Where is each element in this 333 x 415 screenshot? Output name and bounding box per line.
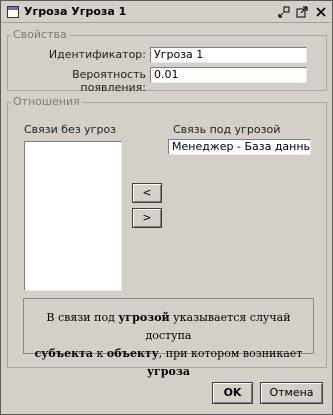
threatened-relation-field[interactable]: Менеджер - База данных	[168, 139, 311, 155]
move-left-button[interactable]: <	[132, 183, 162, 203]
info-line-1: В связи под угрозой указывается случай д…	[46, 311, 291, 342]
close-icon[interactable]	[314, 5, 328, 19]
relations-group: Отношения Связи без угроз Связь под угро…	[7, 95, 327, 378]
cancel-button[interactable]: Отмена	[260, 382, 323, 404]
move-right-button[interactable]: >	[132, 208, 162, 228]
window-title: Угроза Угроза 1	[24, 5, 127, 18]
maximize-icon[interactable]	[295, 5, 309, 19]
probability-label: Вероятность появления:	[72, 68, 146, 94]
unthreatened-relations-list[interactable]	[24, 141, 122, 291]
properties-legend: Свойства	[11, 28, 69, 41]
info-box: В связи под угрозой указывается случай д…	[23, 298, 314, 378]
ok-button[interactable]: OK	[212, 382, 253, 404]
id-field[interactable]: Угроза 1	[150, 47, 307, 63]
info-line-2: субъекта к объекту, при котором возникае…	[34, 347, 303, 378]
threatened-label: Связь под угрозой	[173, 123, 281, 136]
unthreatened-list-label: Связи без угроз	[24, 123, 117, 136]
relations-legend: Отношения	[11, 95, 82, 108]
id-label: Идентификатор:	[48, 48, 146, 61]
dialog-window: Угроза Угроза 1 Свойства Идентификатор: …	[0, 0, 333, 415]
window-icon	[7, 6, 19, 18]
properties-group: Свойства Идентификатор: Угроза 1 Вероятн…	[7, 28, 327, 94]
title-bar[interactable]: Угроза Угроза 1	[2, 2, 331, 23]
probability-field[interactable]: 0.01	[150, 67, 307, 83]
minimize-icon[interactable]	[277, 5, 291, 19]
